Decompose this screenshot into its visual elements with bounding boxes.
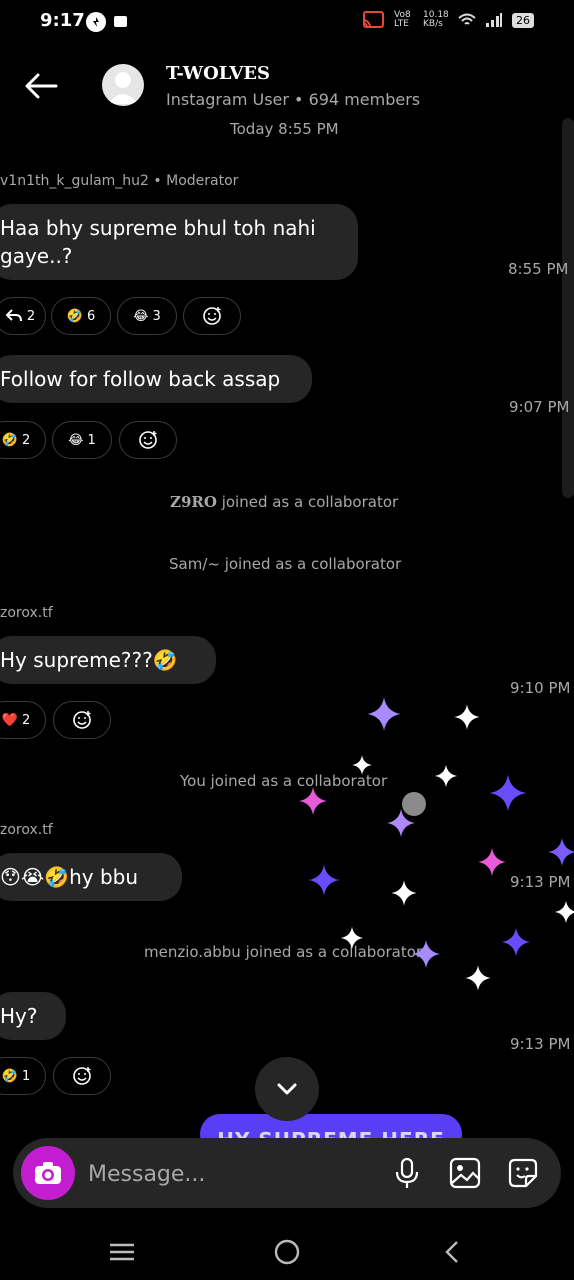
reaction-chip[interactable]: 🤣 2 <box>0 421 46 459</box>
message-text: Haa bhy supreme bhul toh nahi <box>0 216 316 240</box>
status-time: 9:17 <box>40 10 85 31</box>
message-sender[interactable]: zorox.tf <box>0 605 53 621</box>
message-bubble[interactable]: Haa bhy supreme bhul toh nahi gaye..? <box>0 204 358 280</box>
message-text: gaye..? <box>0 244 73 268</box>
chevron-down-icon <box>277 1083 297 1095</box>
reaction-emoji: 🤣 <box>66 308 83 324</box>
reaction-emoji: 🤣 <box>1 432 18 448</box>
sparkle-effect <box>299 697 574 991</box>
reaction-count: 2 <box>21 712 31 728</box>
back-arrow-icon[interactable] <box>22 66 62 106</box>
microphone-icon <box>395 1157 419 1188</box>
camera-button[interactable] <box>21 1146 75 1200</box>
message-bubble[interactable]: Hy supreme???🤣 <box>0 636 216 684</box>
reaction-count: 2 <box>26 308 36 324</box>
message-time: 9:13 PM <box>510 873 571 891</box>
message-sender[interactable]: v1n1th_k_gulam_hu2 • Moderator <box>0 173 238 189</box>
home-button[interactable] <box>267 1232 307 1272</box>
add-reaction-icon <box>73 711 91 729</box>
message-sender[interactable]: zorox.tf <box>0 822 53 838</box>
reaction-emoji: ❤️ <box>1 712 18 728</box>
sticker-icon <box>508 1158 538 1188</box>
group-name[interactable]: T-WOLVES <box>166 63 270 84</box>
gallery-button[interactable] <box>448 1156 482 1190</box>
reaction-chip[interactable]: ❤️ 2 <box>0 701 46 739</box>
sticker-button[interactable] <box>506 1156 540 1190</box>
message-text: 😯😭🤣hy bbu <box>0 865 139 889</box>
add-reaction-button[interactable] <box>53 701 111 739</box>
scrollbar[interactable] <box>562 118 574 498</box>
home-circle-icon <box>274 1239 300 1265</box>
message-bubble[interactable]: Follow for follow back assap <box>0 355 312 403</box>
data-saver-icon <box>86 12 106 32</box>
reaction-chip[interactable]: 🤣 6 <box>51 297 111 335</box>
add-reaction-icon <box>139 431 157 449</box>
recents-button[interactable] <box>102 1232 142 1272</box>
reaction-emoji: 😂 <box>133 308 149 324</box>
system-message: menzio.abbu joined as a collaborator <box>144 943 423 961</box>
notification-icon <box>114 16 127 27</box>
group-subtitle: Instagram User • 694 members <box>166 90 421 109</box>
reaction-emoji: 😂 <box>68 432 84 448</box>
reaction-chip[interactable]: 😂 1 <box>52 421 112 459</box>
signal-icon <box>486 13 502 27</box>
wifi-icon <box>458 13 476 25</box>
system-message: Z9RO joined as a collaborator <box>170 493 398 511</box>
date-divider: Today 8:55 PM <box>230 120 339 138</box>
group-avatar[interactable] <box>102 64 144 106</box>
message-bubble[interactable]: 😯😭🤣hy bbu <box>0 853 182 901</box>
add-reaction-icon <box>73 1067 91 1085</box>
reaction-chip[interactable]: 🤣 1 <box>0 1057 46 1095</box>
reaction-count: 2 <box>21 432 31 448</box>
message-time: 9:07 PM <box>509 398 570 416</box>
battery-icon: 26 <box>512 12 534 28</box>
message-bubble[interactable]: Hy? <box>0 992 66 1040</box>
message-text: Hy supreme???🤣 <box>0 648 178 672</box>
system-message: You joined as a collaborator <box>180 772 388 790</box>
chevron-left-icon <box>445 1241 458 1263</box>
message-text: Follow for follow back assap <box>0 367 281 391</box>
menu-icon <box>110 1243 134 1261</box>
add-reaction-button[interactable] <box>119 421 177 459</box>
reply-count-chip[interactable]: 2 <box>0 297 46 335</box>
message-input[interactable] <box>86 1157 360 1191</box>
gallery-icon <box>449 1157 481 1189</box>
volte-indicator: Vo8 LTE <box>394 10 411 29</box>
message-time: 9:13 PM <box>510 1035 571 1053</box>
message-time: 9:10 PM <box>510 679 571 697</box>
camera-icon <box>35 1162 61 1184</box>
message-time: 8:55 PM <box>508 260 569 278</box>
collaborator-name[interactable]: Z9RO <box>170 493 217 511</box>
reaction-chip[interactable]: 😂 3 <box>117 297 177 335</box>
microphone-button[interactable] <box>390 1156 424 1190</box>
reaction-count: 3 <box>152 308 161 324</box>
system-message-text: joined as a collaborator <box>216 493 399 511</box>
system-message: Sam/~ joined as a collaborator <box>169 555 402 573</box>
add-reaction-icon <box>203 307 221 325</box>
add-reaction-button[interactable] <box>183 297 241 335</box>
status-icons: Vo8 LTE 10.18 KB/s 26 <box>361 11 534 29</box>
reaction-count: 6 <box>86 308 96 324</box>
reaction-count: 1 <box>87 432 96 448</box>
nav-back-button[interactable] <box>432 1232 472 1272</box>
scroll-to-bottom-button[interactable] <box>255 1057 319 1121</box>
reaction-count: 1 <box>21 1068 31 1084</box>
message-text: Hy? <box>0 1004 38 1028</box>
network-speed: 10.18 KB/s <box>423 10 449 29</box>
cast-icon <box>362 11 384 28</box>
reaction-emoji: 🤣 <box>1 1068 18 1084</box>
add-reaction-button[interactable] <box>53 1057 111 1095</box>
reply-icon <box>5 309 22 322</box>
